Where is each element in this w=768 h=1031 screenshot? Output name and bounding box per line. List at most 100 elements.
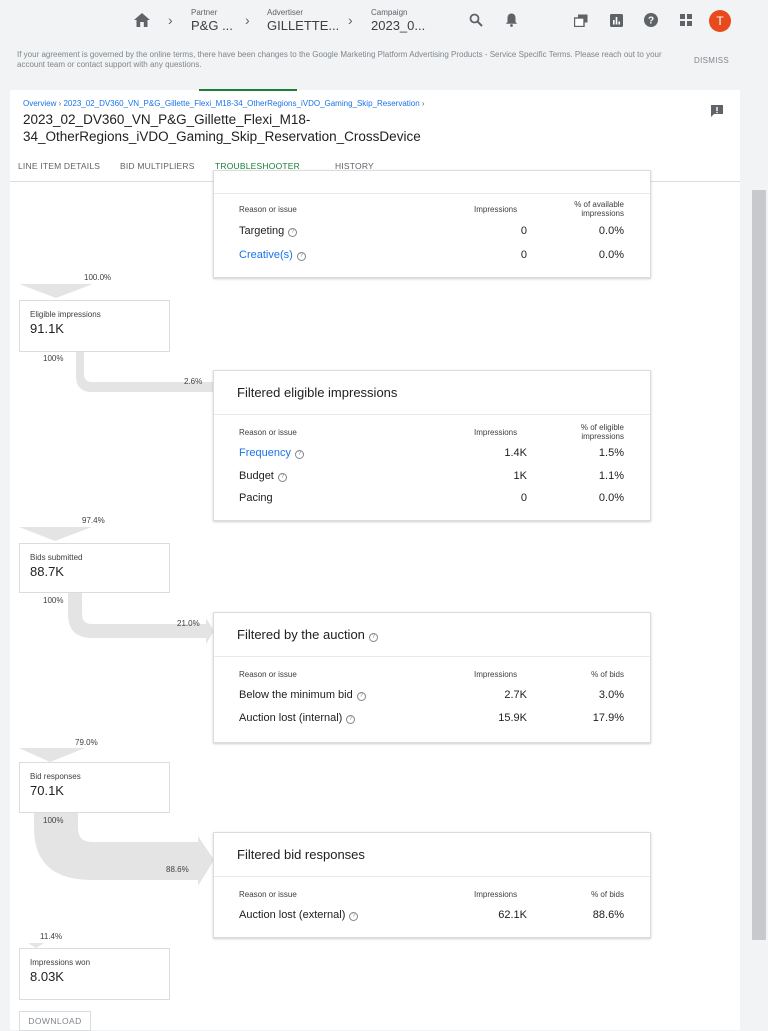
chevron-right-icon: ›	[168, 12, 173, 28]
campaign-label: Campaign	[371, 8, 408, 17]
stage-label: Bids submitted	[30, 553, 83, 562]
svg-text:?: ?	[648, 16, 654, 27]
download-button[interactable]: DOWNLOAD	[19, 1011, 91, 1031]
stage-impressions-won: Impressions won 8.03K	[19, 948, 170, 1000]
help-icon[interactable]: ?	[356, 692, 366, 701]
row-impressions: 0	[520, 249, 527, 261]
stage-label: Bid responses	[30, 772, 81, 781]
row-label-below-minimum-bid: Below the minimum bid?	[239, 689, 366, 701]
row-impressions: 0	[520, 225, 527, 237]
tab-line-item-details[interactable]: LINE ITEM DETAILS	[18, 161, 100, 171]
campaign-breadcrumb[interactable]: Campaign 2023_0...	[371, 8, 425, 34]
stage-bid-responses: Bid responses 70.1K	[19, 762, 170, 813]
row-label-budget: Budget?	[239, 470, 287, 482]
reports-chart-icon[interactable]	[606, 11, 626, 29]
row-label-auction-lost-internal: Auction lost (internal)?	[239, 712, 356, 724]
row-label-targeting: Targeting?	[239, 225, 298, 237]
partner-breadcrumb[interactable]: Partner P&G ...	[191, 8, 233, 34]
card-divider	[214, 876, 650, 877]
row-impressions: 62.1K	[498, 909, 527, 921]
advertiser-value: GILLETTE...	[267, 18, 340, 33]
help-icon[interactable]: ?	[641, 11, 661, 29]
card-divider	[214, 414, 650, 415]
top-bar: › Partner P&G ... › Advertiser GILLETTE.…	[0, 0, 768, 42]
column-header-percent: % of bids	[591, 670, 624, 679]
column-header-impressions: Impressions	[474, 670, 518, 679]
column-header-reason: Reason or issue	[239, 890, 297, 899]
chevron-right-icon: ›	[348, 12, 353, 28]
card-divider	[214, 656, 650, 657]
notifications-bell-icon[interactable]	[501, 11, 521, 29]
search-icon[interactable]	[466, 11, 486, 29]
copy-windows-icon[interactable]	[571, 11, 591, 29]
stage-in-percent: 97.4%	[82, 516, 105, 525]
help-icon[interactable]: ?	[277, 473, 287, 482]
column-header-percent: % of eligible impressions	[580, 423, 624, 441]
stage-label: Eligible impressions	[30, 310, 101, 319]
stage-out-percent: 2.6%	[184, 377, 203, 386]
card-title: Filtered eligible impressions	[237, 385, 398, 400]
stage-base-percent: 100%	[43, 596, 64, 605]
card-title: Filtered bid responses	[237, 847, 365, 862]
help-icon[interactable]: ?	[346, 715, 356, 724]
feedback-icon[interactable]	[710, 104, 724, 118]
help-icon[interactable]: ?	[368, 633, 378, 642]
partner-label: Partner	[191, 8, 218, 17]
stage-in-percent: 79.0%	[75, 738, 98, 747]
row-label-frequency[interactable]: Frequency?	[239, 447, 304, 459]
row-percent: 88.6%	[592, 909, 624, 921]
stage-out-percent: 21.0%	[177, 619, 200, 628]
chevron-right-icon: ›	[245, 12, 250, 28]
active-tab-indicator	[199, 89, 297, 91]
stage-base-percent: 100%	[43, 354, 64, 363]
home-icon[interactable]	[132, 11, 152, 29]
help-icon[interactable]: ?	[294, 450, 304, 459]
column-header-reason: Reason or issue	[239, 428, 297, 437]
card-divider	[214, 193, 650, 194]
breadcrumb-separator: ›	[421, 99, 425, 108]
stage-in-percent: 100.0%	[84, 273, 112, 282]
help-icon[interactable]: ?	[296, 252, 306, 261]
row-percent: 0.0%	[598, 249, 624, 261]
breadcrumb-overview-link[interactable]: Overview	[23, 99, 56, 108]
row-impressions: 1.4K	[504, 447, 527, 459]
user-avatar[interactable]: T	[709, 10, 731, 32]
stage-in-percent: 11.4%	[40, 932, 63, 941]
terms-notice-text: If your agreement is governed by the onl…	[17, 50, 662, 69]
filtered-by-auction-card: Filtered by the auction? Reason or issue…	[213, 612, 651, 743]
scrollbar-thumb[interactable]	[752, 190, 766, 940]
row-percent: 3.0%	[598, 689, 624, 701]
stage-eligible-impressions: Eligible impressions 91.1K	[19, 300, 170, 352]
dismiss-button[interactable]: DISMISS	[694, 56, 729, 65]
stage-out-percent: 88.6%	[166, 865, 189, 874]
row-percent: 0.0%	[598, 225, 624, 237]
page-title: 2023_02_DV360_VN_P&G_Gillette_Flexi_M18-…	[23, 112, 421, 144]
row-label-pacing: Pacing	[239, 492, 273, 504]
row-percent: 17.9%	[592, 712, 624, 724]
column-header-impressions: Impressions	[474, 428, 518, 437]
filtered-eligible-impressions-card: Filtered eligible impressions Reason or …	[213, 370, 651, 521]
breadcrumb-campaign-link[interactable]: 2023_02_DV360_VN_P&G_Gillette_Flexi_M18-…	[63, 99, 419, 108]
tab-bid-multipliers[interactable]: BID MULTIPLIERS	[120, 161, 195, 171]
help-icon[interactable]: ?	[349, 912, 359, 921]
advertiser-breadcrumb[interactable]: Advertiser GILLETTE...	[267, 8, 339, 34]
filtered-available-card: Reason or issue Impressions % of availab…	[213, 170, 651, 278]
card-title: Filtered by the auction?	[237, 627, 378, 642]
filtered-bid-responses-card: Filtered bid responses Reason or issue I…	[213, 832, 651, 938]
row-impressions: 1K	[513, 470, 527, 482]
campaign-value: 2023_0...	[371, 18, 426, 33]
breadcrumb: Overview › 2023_02_DV360_VN_P&G_Gillette…	[23, 99, 425, 108]
row-impressions: 15.9K	[498, 712, 527, 724]
partner-value: P&G ...	[191, 18, 233, 33]
help-icon[interactable]: ?	[288, 228, 298, 237]
row-impressions: 0	[520, 492, 527, 504]
row-percent: 1.5%	[598, 447, 624, 459]
row-percent: 1.1%	[598, 470, 624, 482]
column-header-reason: Reason or issue	[239, 205, 297, 214]
advertiser-label: Advertiser	[267, 8, 304, 17]
column-header-impressions: Impressions	[474, 890, 518, 899]
row-label-creatives[interactable]: Creative(s)?	[239, 249, 306, 261]
row-percent: 0.0%	[598, 492, 624, 504]
column-header-impressions: Impressions	[474, 205, 518, 214]
apps-grid-icon[interactable]	[676, 11, 696, 29]
